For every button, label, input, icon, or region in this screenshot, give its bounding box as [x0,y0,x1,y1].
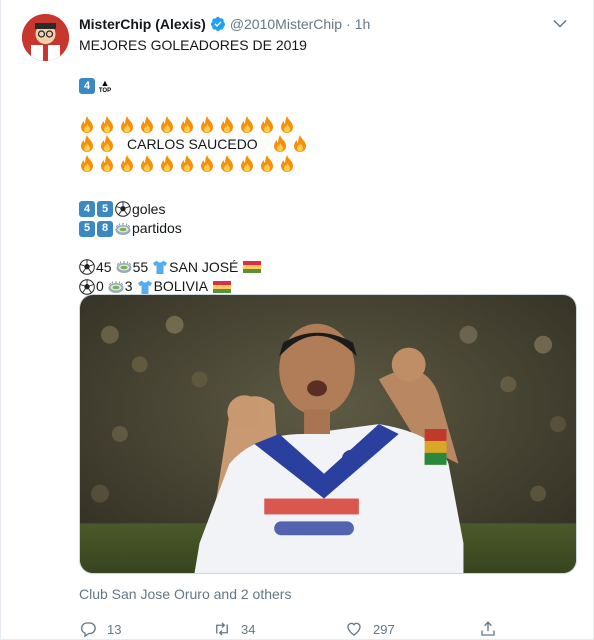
fire-icon [79,135,95,153]
fire-icon [279,154,295,173]
jersey-icon [137,279,153,295]
keycap-digit: 4 [79,78,95,94]
player-name: CARLOS SAUCEDO [127,135,258,152]
fire-icon [99,154,115,173]
club-stats-line: 45 55 SAN JOSÉ [79,258,579,278]
like-button[interactable]: 297 [345,620,395,638]
fire-icon [99,135,115,153]
caret-down-icon[interactable] [551,14,569,32]
reply-icon [80,622,96,638]
fire-icon [79,115,95,134]
matches-label: partidos [132,220,182,236]
tweet-timestamp[interactable]: 1h [355,16,371,32]
fire-icon [239,154,255,173]
fire-icon [99,115,115,134]
top-icon: ▲ TOP [98,77,112,94]
rank-line: 4 ▲ TOP [79,75,579,97]
fire-icon [219,154,235,173]
fire-icon [139,154,155,173]
fire-icon [292,135,308,153]
tweet-card: MisterChip (Alexis) @2010MisterChip · 1h… [0,0,594,640]
stadium-icon [115,221,131,237]
soccer-ball-icon [79,259,95,276]
keycap-digit: 5 [97,201,113,218]
tweet-photo[interactable] [79,294,577,574]
fire-icon [179,154,195,173]
fire-row-top [79,115,579,135]
verified-badge-icon [210,16,226,32]
fire-icon [259,154,275,173]
tweet-title: MEJORES GOLEADORES DE 2019 [79,36,579,56]
bolivia-flag-icon [243,259,262,275]
share-button[interactable] [479,620,507,638]
like-icon [347,622,361,636]
avatar[interactable] [22,14,69,61]
fire-row-bottom [79,154,579,174]
fire-icon [139,115,155,134]
fire-icon [239,115,255,134]
player-line: CARLOS SAUCEDO [79,135,579,155]
avatar-image [22,14,69,61]
matches-line: 5 8 partidos [79,219,579,239]
keycap-digit: 5 [79,220,95,237]
stadium-icon [108,279,124,295]
fire-icon [159,154,175,173]
fire-icon [179,115,195,134]
reply-count: 13 [107,621,122,637]
jersey-icon [152,259,168,275]
retweet-button[interactable]: 34 [213,620,255,638]
club-goals: 45 [96,258,112,275]
soccer-ball-icon [79,278,95,295]
fire-icon [199,154,215,173]
author-name[interactable]: MisterChip (Alexis) [79,16,206,32]
reply-button[interactable]: 13 [79,620,121,638]
keycap-digit: 8 [97,220,113,237]
fire-icon [219,115,235,134]
fire-icon [159,115,175,134]
club-matches: 55 [132,258,149,275]
separator-dot: · [346,16,351,32]
tweet-actions: 13 34 297 [79,618,499,640]
fire-icon [259,115,275,134]
fire-icon [272,135,288,153]
like-count: 297 [373,621,395,637]
retweet-icon [216,622,228,636]
keycap-digit: 4 [79,201,95,218]
fire-icon [79,154,95,173]
player-photo [80,295,576,573]
soccer-ball-icon [115,201,131,218]
fire-icon [199,115,215,134]
retweet-count: 34 [241,621,256,637]
bolivia-flag-icon [213,279,232,295]
club-name: SAN JOSÉ [169,258,239,275]
tagged-accounts[interactable]: Club San Jose Oruro and 2 others [79,586,291,602]
fire-icon [279,115,295,134]
goals-line: 4 5 goles [79,200,579,220]
stadium-icon [116,259,132,275]
fire-icon [119,154,135,173]
title-text: MEJORES GOLEADORES DE 2019 [79,37,307,53]
tweet-header: MisterChip (Alexis) @2010MisterChip · 1h [79,14,569,34]
share-icon [481,621,495,636]
author-handle[interactable]: @2010MisterChip [230,16,342,32]
tweet-text: MEJORES GOLEADORES DE 2019 4 ▲ TOP CARLOS… [79,36,579,297]
fire-icon [119,115,135,134]
goals-label: goles [132,200,166,217]
